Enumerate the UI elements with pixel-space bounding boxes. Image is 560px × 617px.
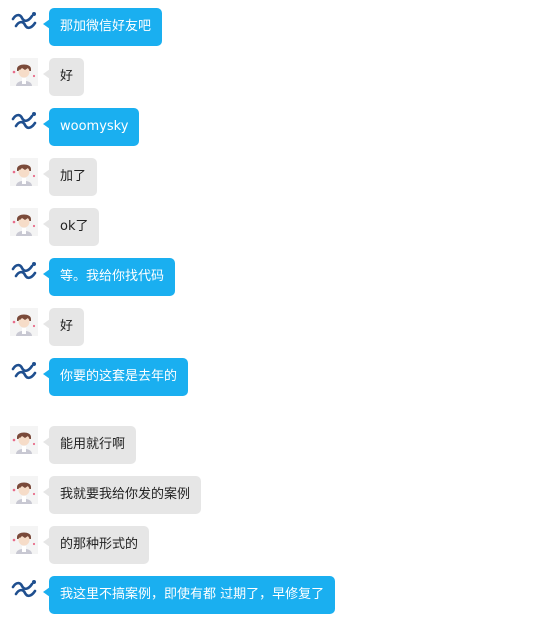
anime-boy-avatar-icon[interactable] xyxy=(10,526,38,554)
message-row: 加了 xyxy=(0,158,560,198)
message-row: 的那种形式的 xyxy=(0,526,560,566)
anime-boy-avatar-icon[interactable] xyxy=(10,208,38,236)
message-bubble[interactable]: 能用就行啊 xyxy=(49,426,137,464)
wave-logo-icon[interactable] xyxy=(10,108,38,136)
anime-boy-avatar-icon[interactable] xyxy=(10,426,38,454)
message-row: 好 xyxy=(0,308,560,348)
message-bubble[interactable]: 我就要我给你发的案例 xyxy=(49,476,202,514)
wave-logo-icon[interactable] xyxy=(10,258,38,286)
message-bubble[interactable]: 等。我给你找代码 xyxy=(49,258,176,296)
message-bubble[interactable]: 你要的这套是去年的 xyxy=(49,358,189,396)
message-bubble[interactable]: 好 xyxy=(49,58,85,96)
message-row: 好 xyxy=(0,58,560,98)
wave-logo-icon[interactable] xyxy=(10,8,38,36)
message-row: 我这里不搞案例，即使有都 过期了，早修复了 xyxy=(0,576,560,616)
chat-history: 那加微信好友吧 好 woomysky 加了 ok了 等。我给你找代码 好 你要的… xyxy=(0,0,560,617)
message-row: ok了 xyxy=(0,208,560,248)
anime-boy-avatar-icon[interactable] xyxy=(10,308,38,336)
message-row: woomysky xyxy=(0,108,560,148)
message-bubble[interactable]: 的那种形式的 xyxy=(49,526,150,564)
message-row: 那加微信好友吧 xyxy=(0,8,560,48)
anime-boy-avatar-icon[interactable] xyxy=(10,58,38,86)
message-bubble[interactable]: 好 xyxy=(49,308,85,346)
message-bubble[interactable]: ok了 xyxy=(49,208,100,246)
message-row: 我就要我给你发的案例 xyxy=(0,476,560,516)
message-bubble[interactable]: 加了 xyxy=(49,158,98,196)
message-bubble[interactable]: 那加微信好友吧 xyxy=(49,8,163,46)
message-row: 能用就行啊 xyxy=(0,426,560,466)
wave-logo-icon[interactable] xyxy=(10,576,38,604)
message-row: 你要的这套是去年的 xyxy=(0,358,560,398)
wave-logo-icon[interactable] xyxy=(10,358,38,386)
message-bubble[interactable]: 我这里不搞案例，即使有都 过期了，早修复了 xyxy=(49,576,336,614)
anime-boy-avatar-icon[interactable] xyxy=(10,476,38,504)
message-bubble[interactable]: woomysky xyxy=(49,108,140,146)
anime-boy-avatar-icon[interactable] xyxy=(10,158,38,186)
message-row: 等。我给你找代码 xyxy=(0,258,560,298)
